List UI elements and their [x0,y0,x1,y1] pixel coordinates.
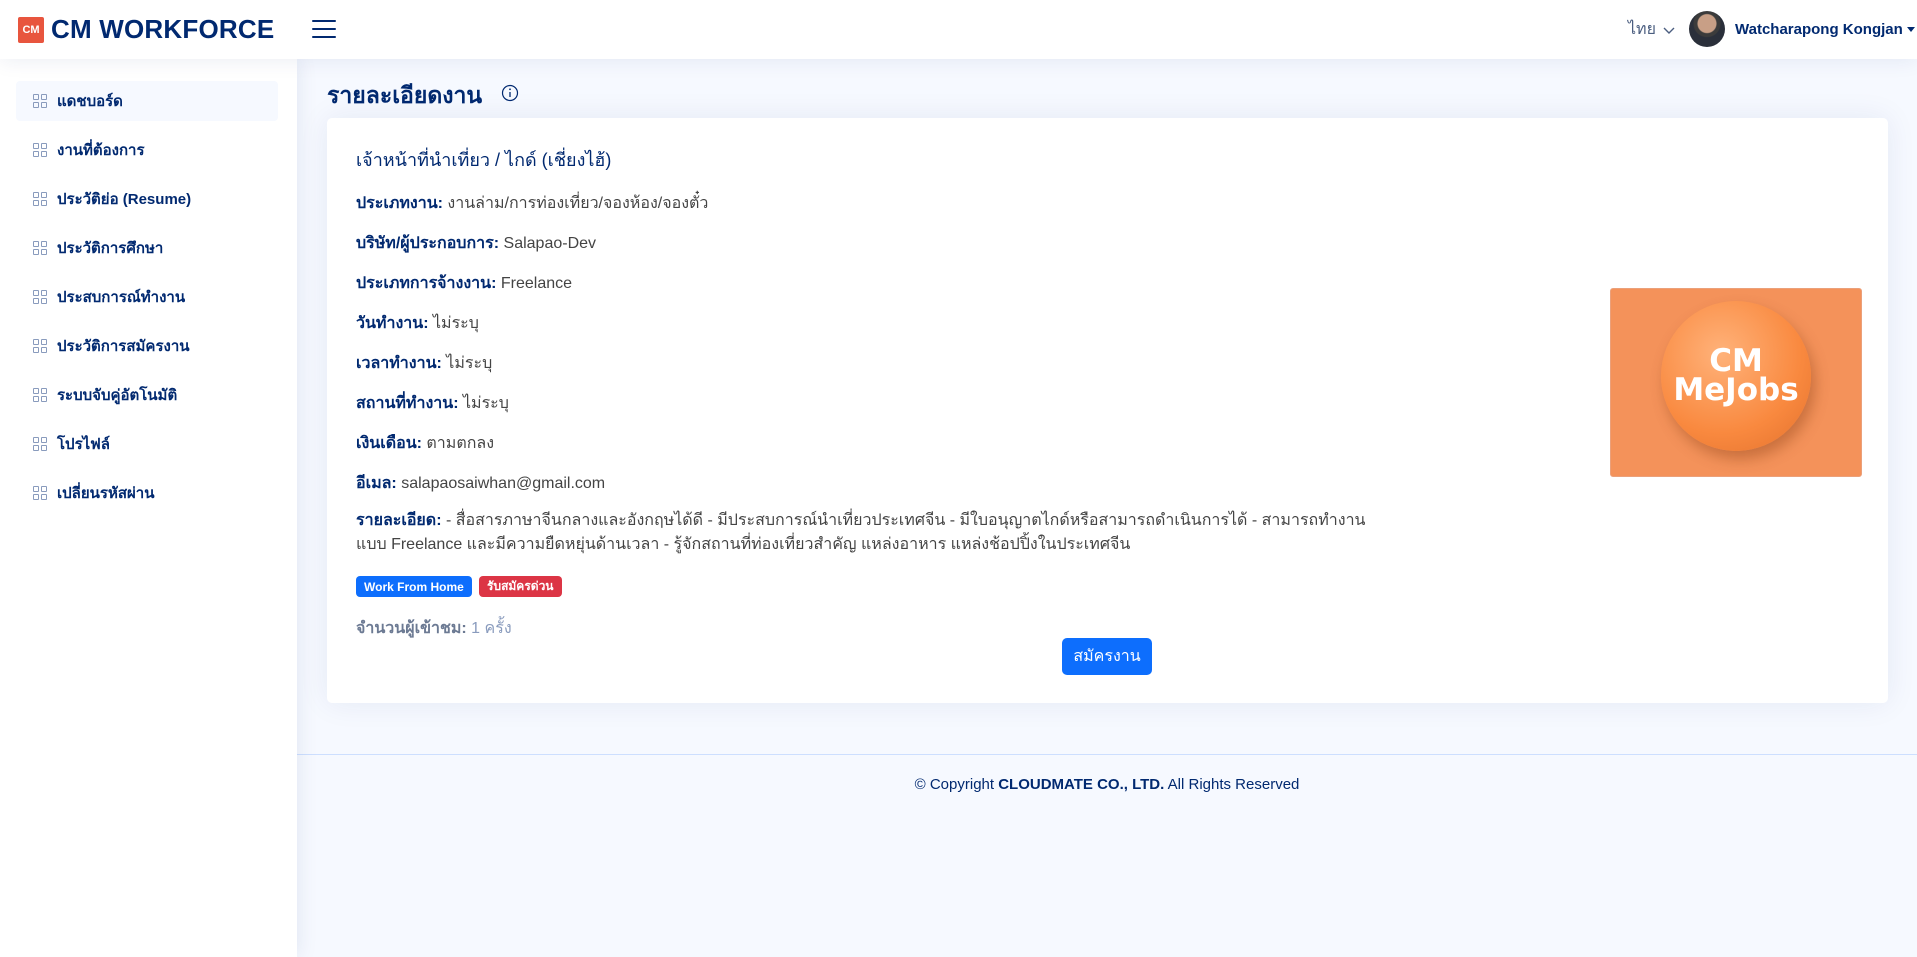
job-field-work-days: วันทำงาน: ไม่ระบุ [356,311,479,336]
job-field-company: บริษัท/ผู้ประกอบการ: Salapao-Dev [356,231,596,256]
copyright-company: CLOUDMATE CO., LTD. [998,776,1165,793]
field-value: ไม่ระบุ [446,355,493,372]
footer-divider [297,754,1917,755]
sidebar-item-resume[interactable]: ประวัติย่อ (Resume) [16,179,278,219]
page-title: รายละเอียดงาน [327,82,483,108]
grid-icon [33,388,47,402]
brand-logo[interactable]: CM CM WORKFORCE [18,14,274,45]
field-label: วันทำงาน: [356,315,429,332]
sidebar-item-label: เปลี่ยนรหัสผ่าน [57,485,155,502]
grid-icon [33,241,47,255]
sidebar-item-dashboard[interactable]: แดชบอร์ด [16,81,278,121]
badge-work-from-home: Work From Home [356,576,472,597]
sidebar-item-label: ประวัติย่อ (Resume) [57,191,192,208]
job-detail-card: เจ้าหน้าที่นำเที่ยว / ไกด์ (เชี่ยงไฮ้) ป… [327,118,1888,703]
job-field-email: อีเมล: salapaosaiwhan@gmail.com [356,471,605,496]
view-count: จำนวนผู้เข้าชม: 1 ครั้ง [356,616,512,641]
apply-button[interactable]: สมัครงาน [1062,638,1152,675]
job-field-location: สถานที่ทำงาน: ไม่ระบุ [356,391,509,416]
sidebar-item-change-password[interactable]: เปลี่ยนรหัสผ่าน [16,473,278,513]
field-value: งานล่าม/การท่องเที่ยว/จองห้อง/จองตั๋ว [447,195,709,212]
field-value: - สื่อสารภาษาจีนกลางและอังกฤษได้ดี - มีป… [356,512,1366,553]
sidebar-item-desired-jobs[interactable]: งานที่ต้องการ [16,130,278,170]
field-value: ตามตกลง [426,435,495,452]
grid-icon [33,486,47,500]
views-label: จำนวนผู้เข้าชม: [356,620,467,637]
caret-down-icon [1906,26,1915,32]
grid-icon [33,192,47,206]
field-label: รายละเอียด: [356,512,442,529]
field-value: Freelance [500,275,573,292]
logo-mark-icon: CM [18,16,44,43]
grid-icon [33,94,47,108]
job-field-employment-type: ประเภทการจ้างงาน: Freelance [356,271,572,296]
field-label: สถานที่ทำงาน: [356,395,459,412]
job-field-detail: รายละเอียด: - สื่อสารภาษาจีนกลางและอังกฤ… [356,509,1366,557]
sidebar-item-label: ระบบจับคู่อัตโนมัติ [57,387,178,404]
sidebar-item-education[interactable]: ประวัติการศึกษา [16,228,278,268]
field-value: salapaosaiwhan@gmail.com [401,475,606,492]
image-text-line2: MeJobs [1673,372,1799,408]
job-field-work-hours: เวลาทำงาน: ไม่ระบุ [356,351,492,376]
copyright-suffix: All Rights Reserved [1167,776,1300,793]
copyright-prefix: © Copyright [914,776,995,793]
sidebar-item-label: แดชบอร์ด [57,93,123,110]
sidebar-item-profile[interactable]: โปรไฟล์ [16,424,278,464]
sidebar-item-label: โปรไฟล์ [57,436,110,453]
grid-icon [33,290,47,304]
field-label: ประเภทการจ้างงาน: [356,275,497,292]
badge-urgent: รับสมัครด่วน [479,576,562,597]
menu-toggle-icon[interactable] [312,16,336,38]
job-field-type: ประเภทงาน: งานล่าม/การท่องเที่ยว/จองห้อง… [356,191,708,216]
user-name: Watcharapong Kongjan [1735,20,1903,38]
footer-copyright: © Copyright CLOUDMATE CO., LTD. All Righ… [297,776,1917,793]
job-title: เจ้าหน้าที่นำเที่ยว / ไกด์ (เชี่ยงไฮ้) [356,150,612,170]
field-label: ประเภทงาน: [356,195,443,212]
user-menu[interactable]: Watcharapong Kongjan [1689,11,1915,47]
chevron-down-icon [1663,27,1675,34]
info-icon[interactable] [501,84,519,102]
field-label: เวลาทำงาน: [356,355,442,372]
sidebar: แดชบอร์ด งานที่ต้องการ ประวัติย่อ (Resum… [0,59,297,957]
field-label: บริษัท/ผู้ประกอบการ: [356,235,500,252]
sidebar-item-auto-matching[interactable]: ระบบจับคู่อัตโนมัติ [16,375,278,415]
views-value: 1 ครั้ง [471,620,512,637]
grid-icon [33,339,47,353]
job-field-salary: เงินเดือน: ตามตกลง [356,431,494,456]
grid-icon [33,437,47,451]
sidebar-item-application-history[interactable]: ประวัติการสมัครงาน [16,326,278,366]
language-selector[interactable]: ไทย [1628,17,1676,42]
logo-text: CM WORKFORCE [51,14,275,44]
top-header: CM CM WORKFORCE ไทย Watcharapong Kongjan [0,0,1917,59]
avatar [1689,11,1725,47]
sidebar-item-label: ประสบการณ์ทำงาน [57,289,186,306]
field-value: ไม่ระบุ [462,395,509,412]
sidebar-item-label: งานที่ต้องการ [57,142,145,159]
field-value: Salapao-Dev [503,235,597,252]
field-value: ไม่ระบุ [432,315,479,332]
sidebar-item-label: ประวัติการศึกษา [57,240,164,257]
sidebar-item-label: ประวัติการสมัครงาน [57,338,190,355]
image-text: CM MeJobs [1611,346,1861,408]
field-label: เงินเดือน: [356,435,422,452]
grid-icon [33,143,47,157]
sidebar-item-experience[interactable]: ประสบการณ์ทำงาน [16,277,278,317]
job-image: CM MeJobs [1610,288,1862,477]
field-label: อีเมล: [356,475,397,492]
language-label: ไทย [1628,21,1656,38]
